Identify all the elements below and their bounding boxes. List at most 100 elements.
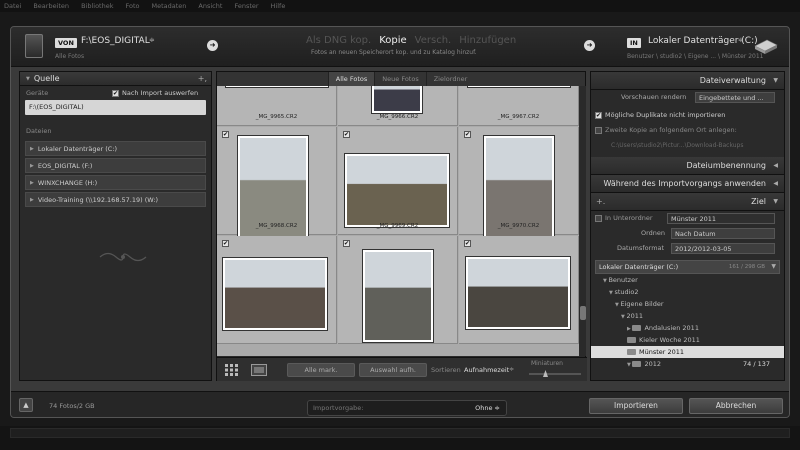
no-duplicates-checkbox[interactable]: ✔: [595, 111, 602, 119]
expand-triangle-icon[interactable]: ▶: [30, 197, 34, 203]
mode-tab[interactable]: Hinzufügen: [459, 35, 516, 46]
menu-item[interactable]: Metadaten: [152, 2, 187, 10]
source-dropdown-caret[interactable]: ≑: [149, 36, 155, 44]
collapse-triangle-icon[interactable]: ▼: [26, 76, 30, 82]
second-copy-row[interactable]: Zweite Kopie an folgendem Ort anlegen:: [591, 123, 784, 138]
photo-cell[interactable]: ✔ _MG_9969.CR2: [338, 127, 458, 235]
add-source-icon[interactable]: +,: [198, 74, 207, 83]
import-preset-select[interactable]: Importvorgabe: Ohne ≑: [307, 400, 507, 416]
photo-thumbnail[interactable]: [372, 86, 422, 113]
photo-cell[interactable]: ✔ _MG_9970.CR2: [459, 127, 579, 244]
photo-thumbnail[interactable]: [466, 257, 570, 329]
photo-cell[interactable]: ✔: [459, 236, 579, 344]
check-all-button[interactable]: Alle mark.: [287, 363, 355, 377]
collapse-triangle-icon[interactable]: ◀: [773, 157, 778, 175]
folder-icon: [627, 349, 636, 355]
drive-item[interactable]: ▶ Lokaler Datenträger (C:): [25, 141, 206, 156]
grid-scrollbar[interactable]: [580, 86, 586, 356]
tree-folder-item[interactable]: ▶ Andalusien 2011: [591, 322, 784, 334]
collapse-triangle-icon[interactable]: ◀: [773, 175, 778, 193]
expand-triangle-icon[interactable]: ▶: [30, 163, 34, 169]
drive-item[interactable]: ▶ Video-Training (\\192.168.57.19) (W:): [25, 192, 206, 207]
tree-folder-item[interactable]: ▼ Eigene Bilder: [591, 298, 784, 310]
mode-tab[interactable]: Versch.: [415, 35, 452, 46]
subfolder-checkbox[interactable]: [595, 214, 602, 222]
sort-caret-icon[interactable]: ≑: [509, 366, 514, 373]
expand-triangle-icon[interactable]: ▶: [30, 146, 34, 152]
menu-item[interactable]: Bearbeiten: [33, 2, 69, 10]
tree-folder-item[interactable]: Kieler Woche 2011: [591, 334, 784, 346]
subfolder-input[interactable]: Münster 2011: [667, 213, 775, 224]
tree-folder-item[interactable]: ▼ studio2: [591, 286, 784, 298]
source-path[interactable]: F:\EOS_DIGITAL: [81, 36, 150, 46]
photo-checkbox[interactable]: ✔: [222, 131, 229, 138]
collapse-triangle-icon[interactable]: ▼: [773, 72, 778, 90]
tree-folder-label: Kieler Woche 2011: [639, 336, 700, 344]
import-button[interactable]: Importieren: [589, 398, 683, 414]
cancel-button[interactable]: Abbrechen: [689, 398, 783, 414]
menu-item[interactable]: Datei: [4, 2, 21, 10]
render-previews-select[interactable]: Eingebettete und ...: [695, 92, 775, 103]
menu-item[interactable]: Foto: [125, 2, 139, 10]
tree-folder-item[interactable]: ▼ Benutzer: [591, 274, 784, 286]
photo-cell[interactable]: ✔: [338, 236, 458, 344]
destination-dropdown-caret[interactable]: ≑: [738, 36, 744, 44]
menu-item[interactable]: Hilfe: [271, 2, 286, 10]
eject-checkbox[interactable]: ✔: [112, 89, 119, 97]
photo-thumbnail[interactable]: [468, 86, 570, 87]
photo-cell[interactable]: _MG_9965.CR2: [217, 86, 337, 126]
apply-during-import-header[interactable]: Während des Importvorgangs anwenden ◀: [591, 175, 784, 193]
menu-item[interactable]: Fenster: [234, 2, 258, 10]
tree-folder-item[interactable]: ▼ 2011: [591, 310, 784, 322]
second-copy-checkbox[interactable]: [595, 126, 602, 134]
organize-select[interactable]: Nach Datum: [671, 228, 775, 239]
photo-thumbnail[interactable]: [345, 154, 449, 227]
photo-checkbox[interactable]: ✔: [222, 240, 229, 247]
volume-header[interactable]: Lokaler Datenträger (C:) 161 / 298 GB ▼: [595, 260, 780, 274]
photo-checkbox[interactable]: ✔: [464, 240, 471, 247]
second-copy-path[interactable]: C:\Users\studio2\Pictur...\Download-Back…: [591, 138, 784, 153]
photo-checkbox[interactable]: ✔: [343, 131, 350, 138]
tree-folder-item[interactable]: ▼ 2012 74 / 137: [591, 358, 784, 370]
menu-item[interactable]: Ansicht: [198, 2, 222, 10]
tree-folder-item[interactable]: Münster 2011: [591, 346, 784, 358]
date-format-select[interactable]: 2012/2012-03-05: [671, 243, 775, 254]
selected-source[interactable]: F:\(EOS_DIGITAL): [25, 100, 206, 115]
photo-cell[interactable]: _MG_9966.CR2: [338, 86, 458, 126]
mode-tab[interactable]: Kopie: [379, 35, 406, 46]
photo-checkbox[interactable]: ✔: [464, 131, 471, 138]
file-handling-header[interactable]: Dateiverwaltung ▼: [591, 72, 784, 90]
mode-tab[interactable]: Als DNG kop.: [306, 35, 371, 46]
filter-tab[interactable]: Zielordner: [425, 72, 475, 86]
no-duplicates-row[interactable]: ✔ Mögliche Duplikate nicht importieren: [591, 108, 784, 123]
photo-thumbnail[interactable]: [363, 250, 433, 342]
photo-thumbnail[interactable]: [226, 86, 328, 87]
drive-item[interactable]: ▶ WINXCHANGE (H:): [25, 175, 206, 190]
photo-checkbox[interactable]: ✔: [343, 240, 350, 247]
drive-label: WINXCHANGE (H:): [37, 178, 98, 187]
filter-tab[interactable]: Alle Fotos: [327, 72, 375, 86]
collapse-triangle-icon[interactable]: ▼: [771, 261, 776, 273]
photo-thumbnail[interactable]: [223, 258, 327, 330]
destination-header[interactable]: +. Ziel ▼: [591, 193, 784, 211]
filter-tab[interactable]: Neue Fotos: [374, 72, 425, 86]
add-folder-icon[interactable]: +.: [596, 193, 605, 211]
photo-cell[interactable]: ✔ _MG_9968.CR2: [217, 127, 337, 244]
grid-view-icon[interactable]: [225, 364, 239, 376]
menu-item[interactable]: Bibliothek: [81, 2, 113, 10]
photo-cell[interactable]: ✔: [217, 236, 337, 344]
sort-select[interactable]: Aufnahmezeit: [464, 366, 509, 374]
loupe-view-icon[interactable]: [251, 364, 267, 376]
file-renaming-header[interactable]: Dateiumbenennung ◀: [591, 157, 784, 175]
drive-list: ▶ Lokaler Datenträger (C:) ▶ EOS_DIGITAL (F…: [20, 141, 211, 207]
eject-after-import[interactable]: ✔ Nach Import auswerfen: [112, 89, 198, 97]
collapse-dialog-button[interactable]: ▲: [19, 398, 33, 412]
thumbnail-size-slider[interactable]: [529, 373, 581, 375]
source-panel-header[interactable]: ▼ Quelle +,: [20, 72, 211, 86]
expand-triangle-icon[interactable]: ▶: [30, 180, 34, 186]
drive-item[interactable]: ▶ EOS_DIGITAL (F:): [25, 158, 206, 173]
uncheck-all-button[interactable]: Auswahl aufh.: [359, 363, 427, 377]
grid-scroll-thumb[interactable]: [580, 306, 586, 320]
photo-cell[interactable]: _MG_9967.CR2: [459, 86, 579, 126]
collapse-triangle-icon[interactable]: ▼: [773, 193, 778, 211]
